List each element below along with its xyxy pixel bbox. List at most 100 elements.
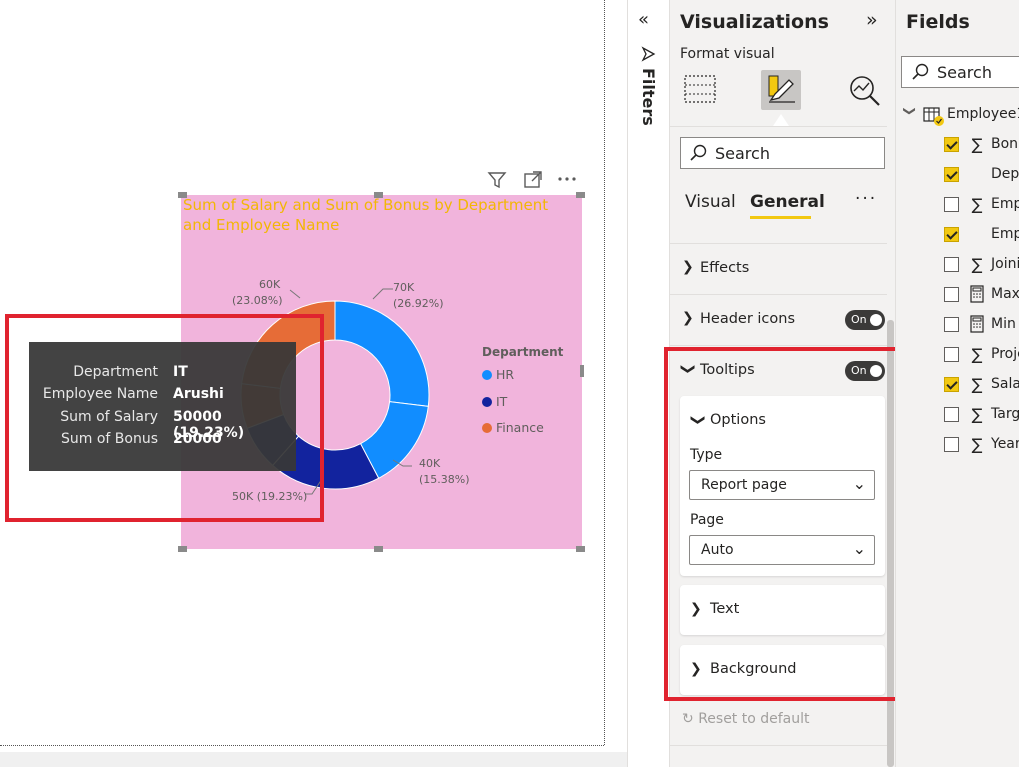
field-name: Year <box>991 436 1019 452</box>
divider <box>670 745 887 746</box>
field-checkbox[interactable] <box>944 257 959 272</box>
field-name: Project <box>991 346 1019 362</box>
field-checkbox[interactable] <box>944 137 959 152</box>
legend-marker <box>482 423 492 433</box>
chevron-right-icon: ❯ <box>682 310 694 326</box>
calculator-icon <box>969 315 985 336</box>
field-name: Joining Year <box>991 256 1019 272</box>
field-item[interactable]: ∑ Salary <box>941 374 1019 396</box>
section-effects[interactable]: ❯ Effects <box>670 243 887 293</box>
data-label-40k-pct: (15.38%) <box>419 473 470 486</box>
field-item[interactable]: ∑ Bonus <box>941 134 1019 156</box>
field-item[interactable]: ∑ Target <box>941 404 1019 426</box>
legend-item-hr[interactable]: HR <box>482 367 514 383</box>
resize-handle[interactable] <box>374 546 383 552</box>
field-checkbox[interactable] <box>944 437 959 452</box>
reset-icon: ↻ <box>682 711 699 727</box>
legend-item-finance[interactable]: Finance <box>482 420 544 436</box>
expand-right-icon[interactable]: » <box>866 9 878 31</box>
sigma-icon: ∑ <box>971 255 983 274</box>
sigma-icon: ∑ <box>971 435 983 454</box>
resize-handle[interactable] <box>178 546 187 552</box>
search-icon <box>912 63 930 85</box>
build-visual-icon[interactable] <box>683 73 717 109</box>
more-options-icon[interactable]: ··· <box>855 189 877 209</box>
resize-handle[interactable] <box>178 192 187 198</box>
resize-handle[interactable] <box>580 365 584 377</box>
filters-label[interactable]: Filters <box>639 68 658 126</box>
active-tab-indicator <box>750 216 811 219</box>
canvas-border <box>604 0 605 745</box>
canvas-bottom-border <box>0 745 604 746</box>
field-name: Min <box>991 316 1016 332</box>
field-checkbox[interactable] <box>944 197 959 212</box>
field-name: Department <box>991 166 1019 182</box>
field-item[interactable]: Max <box>941 284 1019 306</box>
sigma-icon: ∑ <box>971 135 983 154</box>
field-checkbox[interactable] <box>944 287 959 302</box>
legend-marker <box>482 370 492 380</box>
sigma-icon: ∑ <box>971 405 983 424</box>
format-visual-icon[interactable] <box>761 70 801 110</box>
highlight-box-tooltip <box>5 314 324 522</box>
search-placeholder: Search <box>715 144 770 163</box>
data-label-40k: 40K <box>419 457 441 470</box>
canvas-bottom-strip <box>0 752 627 767</box>
highlight-box-tooltips <box>664 347 924 701</box>
tab-general[interactable]: General <box>750 192 825 212</box>
field-item[interactable]: Department <box>941 164 1019 186</box>
filter-funnel-icon <box>640 46 656 66</box>
chart-title: Sum of Salary and Sum of Bonus by Depart… <box>183 196 549 234</box>
field-item[interactable]: ∑ Employee ID <box>941 194 1019 216</box>
field-name: Salary <box>991 376 1019 392</box>
field-checkbox[interactable] <box>944 377 959 392</box>
chevron-down-icon[interactable]: ❯ <box>903 106 917 116</box>
legend-item-it[interactable]: IT <box>482 394 507 410</box>
field-name: Bonus <box>991 136 1019 152</box>
field-name: Employee Name <box>991 226 1019 242</box>
visualizations-title: Visualizations <box>680 11 829 33</box>
field-item[interactable]: Employee Name <box>941 224 1019 246</box>
tab-visual[interactable]: Visual <box>685 192 736 212</box>
search-placeholder: Search <box>937 63 992 82</box>
format-visual-label: Format visual <box>680 46 775 62</box>
sigma-icon: ∑ <box>971 195 983 214</box>
sigma-icon: ∑ <box>971 345 983 364</box>
filter-icon[interactable] <box>486 170 508 190</box>
sigma-icon: ∑ <box>971 375 983 394</box>
legend-title: Department <box>482 345 564 359</box>
resize-handle[interactable] <box>576 546 585 552</box>
field-item[interactable]: ∑ Joining Year <box>941 254 1019 276</box>
collapse-left-icon[interactable]: « <box>638 9 649 30</box>
field-name: Target <box>991 406 1019 422</box>
header-icons-toggle[interactable]: On <box>845 310 885 330</box>
field-item[interactable]: ∑ Year <box>941 434 1019 456</box>
field-name: Max <box>991 286 1019 302</box>
field-item[interactable]: Min <box>941 314 1019 336</box>
tab-pointer <box>773 114 789 126</box>
field-checkbox[interactable] <box>944 317 959 332</box>
calculator-icon <box>969 285 985 306</box>
table-name[interactable]: Employee1 <box>947 106 1019 122</box>
chevron-right-icon: ❯ <box>682 259 694 275</box>
field-name: Employee ID <box>991 196 1019 212</box>
fields-search-input[interactable]: Search <box>901 56 1019 88</box>
more-options-icon[interactable] <box>556 170 578 190</box>
analytics-icon[interactable] <box>848 74 882 110</box>
data-label-70k: 70K <box>393 281 415 294</box>
data-label-70k-pct: (26.92%) <box>393 297 444 310</box>
reset-to-default-button[interactable]: ↻ Reset to default <box>682 711 810 727</box>
field-checkbox[interactable] <box>944 407 959 422</box>
format-search-input[interactable]: Search <box>680 137 885 169</box>
focus-mode-icon[interactable] <box>522 170 544 190</box>
field-item[interactable]: ∑ Project <box>941 344 1019 366</box>
field-checkbox[interactable] <box>944 347 959 362</box>
search-icon <box>690 144 708 166</box>
legend-marker <box>482 397 492 407</box>
table-icon <box>923 106 945 132</box>
field-checkbox[interactable] <box>944 227 959 242</box>
field-checkbox[interactable] <box>944 167 959 182</box>
data-label-60k: 60K <box>259 278 281 291</box>
resize-handle[interactable] <box>374 192 383 198</box>
resize-handle[interactable] <box>576 192 585 198</box>
